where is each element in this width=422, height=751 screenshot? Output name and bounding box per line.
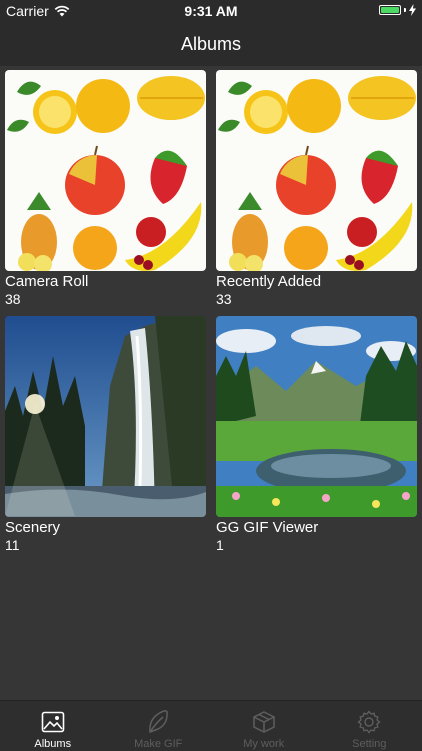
battery-level — [381, 7, 399, 13]
fruit-collage-image — [216, 70, 417, 271]
album-scenery[interactable]: Scenery 11 — [5, 316, 206, 554]
album-thumbnail[interactable] — [5, 316, 206, 517]
album-gg-gif-viewer[interactable]: GG GIF Viewer 1 — [216, 316, 417, 554]
album-thumbnail[interactable] — [216, 70, 417, 271]
waterfall-forest-image — [5, 316, 206, 517]
battery-icon — [379, 4, 416, 16]
album-name: GG GIF Viewer — [216, 519, 417, 537]
tab-label: Make GIF — [134, 738, 182, 750]
tab-label: My work — [243, 738, 284, 750]
album-camera-roll[interactable]: Camera Roll 38 — [5, 70, 206, 308]
tab-label: Setting — [352, 738, 386, 750]
charging-bolt-icon — [409, 4, 416, 16]
page-title: Albums — [181, 34, 241, 55]
tab-label: Albums — [34, 738, 71, 750]
status-bar: Carrier 9:31 AM — [0, 0, 422, 22]
box-icon — [251, 709, 277, 735]
fruit-collage-image — [5, 70, 206, 271]
album-name: Camera Roll — [5, 273, 206, 291]
album-grid: Camera Roll 38 — [0, 66, 422, 699]
album-count: 38 — [5, 291, 206, 308]
album-name: Scenery — [5, 519, 206, 537]
album-count: 11 — [5, 537, 206, 554]
mountain-lake-image — [216, 316, 417, 517]
status-time: 9:31 AM — [0, 3, 422, 19]
tab-setting[interactable]: Setting — [317, 701, 422, 751]
album-recently-added[interactable]: Recently Added 33 — [216, 70, 417, 308]
tab-my-work[interactable]: My work — [211, 701, 317, 751]
tab-albums[interactable]: Albums — [0, 701, 106, 751]
album-count: 33 — [216, 291, 417, 308]
album-thumbnail[interactable] — [5, 70, 206, 271]
photo-icon — [40, 709, 66, 735]
album-name: Recently Added — [216, 273, 417, 291]
leaf-icon — [145, 709, 171, 735]
tab-bar: Albums Make GIF My work Setting — [0, 700, 422, 751]
tab-make-gif[interactable]: Make GIF — [106, 701, 212, 751]
gear-icon — [356, 709, 382, 735]
album-thumbnail[interactable] — [216, 316, 417, 517]
navigation-bar: Albums — [0, 22, 422, 66]
album-count: 1 — [216, 537, 417, 554]
